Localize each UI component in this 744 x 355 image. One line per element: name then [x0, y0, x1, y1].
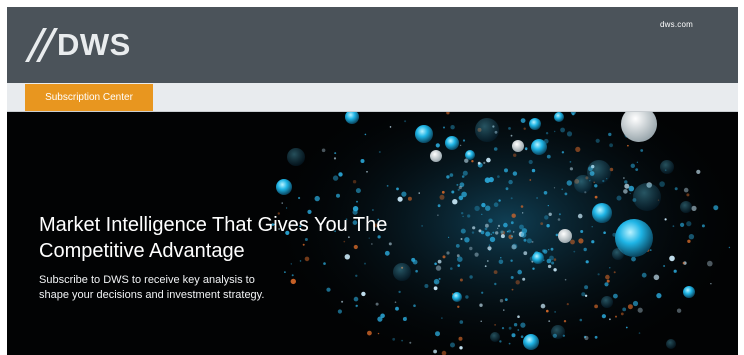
- dws-site-link[interactable]: dws.com: [660, 20, 693, 29]
- dws-logo[interactable]: DWS: [23, 21, 131, 69]
- hero-title: Market Intelligence That Gives You The C…: [39, 214, 388, 262]
- logo-slashes-icon: [25, 28, 58, 62]
- hero-banner: Market Intelligence That Gives You The C…: [7, 112, 738, 355]
- tab-bar: Subscription Center: [7, 83, 738, 112]
- hero-subtitle: Subscribe to DWS to receive key analysis…: [39, 274, 265, 301]
- tab-subscription-center[interactable]: Subscription Center: [25, 84, 153, 111]
- logo-text: DWS: [57, 27, 131, 62]
- site-header: DWS dws.com: [7, 7, 738, 83]
- page-frame: DWS dws.com Subscription Center Market I…: [0, 0, 744, 355]
